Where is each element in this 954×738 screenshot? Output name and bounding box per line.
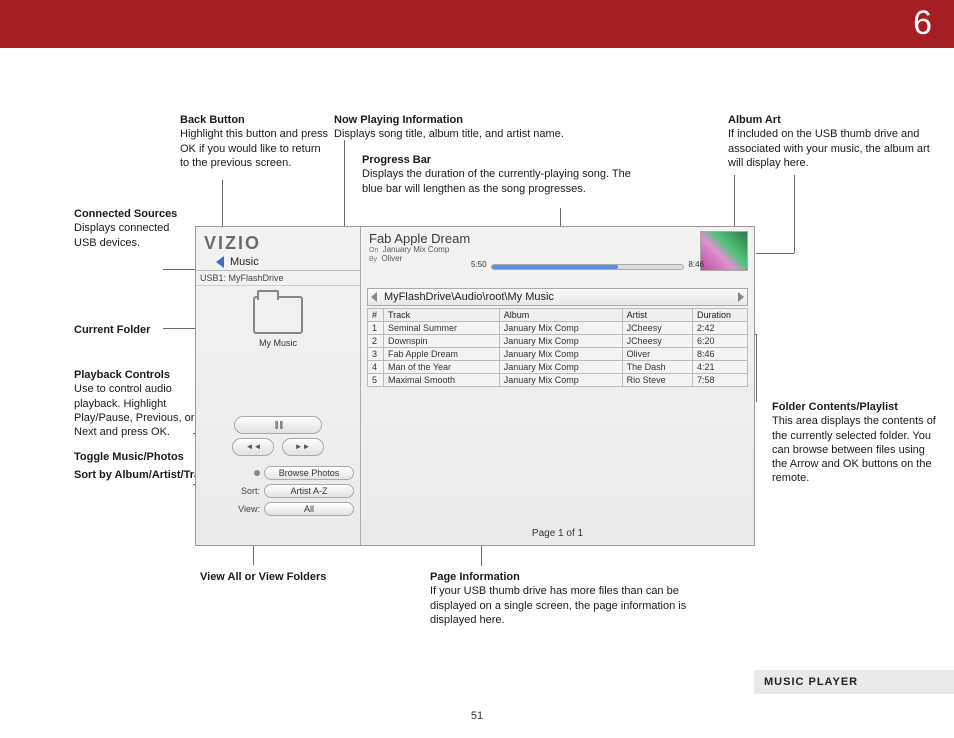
np-song-title: Fab Apple Dream xyxy=(369,231,746,246)
col-track: Track xyxy=(384,308,500,321)
cell-artist: JCheesy xyxy=(622,321,692,334)
table-row[interactable]: 3Fab Apple DreamJanuary Mix CompOliver8:… xyxy=(368,347,748,360)
table-row[interactable]: 4Man of the YearJanuary Mix CompThe Dash… xyxy=(368,360,748,373)
cell-n: 4 xyxy=(368,360,384,373)
cell-track: Man of the Year xyxy=(384,360,500,373)
folder-label: My Music xyxy=(196,338,360,348)
browse-photos-button[interactable]: Browse Photos xyxy=(196,464,360,482)
ann-progress: Progress BarDisplays the duration of the… xyxy=(362,153,642,196)
sort-select[interactable]: Sort: Artist A-Z xyxy=(196,482,360,500)
sort-value: Artist A-Z xyxy=(264,484,354,498)
browse-photos-label: Browse Photos xyxy=(264,466,354,480)
play-pause-button[interactable]: ❚❚ xyxy=(234,416,322,434)
table-header: # Track Album Artist Duration xyxy=(368,308,748,321)
back-button[interactable]: Music xyxy=(196,254,360,271)
callout-line xyxy=(794,175,795,253)
chevron-left-icon xyxy=(371,292,377,302)
cell-dur: 4:21 xyxy=(693,360,748,373)
progress-bar[interactable] xyxy=(491,264,684,270)
table-row[interactable]: 2DownspinJanuary Mix CompJCheesy6:20 xyxy=(368,334,748,347)
connected-source[interactable]: USB1: MyFlashDrive xyxy=(196,271,360,286)
cell-dur: 7:58 xyxy=(693,373,748,386)
music-player-screen: VIZIO Music USB1: MyFlashDrive My Music … xyxy=(195,226,755,546)
back-label: Music xyxy=(230,256,259,268)
ann-playback: Playback ControlsUse to control audio pl… xyxy=(74,368,214,439)
bullet-icon xyxy=(254,470,260,476)
cell-dur: 2:42 xyxy=(693,321,748,334)
col-album: Album xyxy=(499,308,622,321)
cell-track: Downspin xyxy=(384,334,500,347)
view-value: All xyxy=(264,502,354,516)
cell-track: Seminal Summer xyxy=(384,321,500,334)
brand-logo: VIZIO xyxy=(196,227,360,254)
page-info: Page 1 of 1 xyxy=(532,528,583,539)
ann-view: View All or View Folders xyxy=(200,570,330,584)
view-prefix: View: xyxy=(238,504,260,514)
main-area: Fab Apple Dream On January Mix Comp By O… xyxy=(361,227,754,545)
np-album-row: On January Mix Comp xyxy=(369,246,746,255)
cell-track: Maximal Smooth xyxy=(384,373,500,386)
chevron-right-icon xyxy=(738,292,744,302)
album-art xyxy=(700,231,748,271)
cell-artist: Oliver xyxy=(622,347,692,360)
cell-n: 2 xyxy=(368,334,384,347)
ann-currentfolder: Current Folder xyxy=(74,323,184,337)
np-on-prefix: On xyxy=(369,247,378,254)
chapter-bar: 6 xyxy=(0,0,954,48)
next-button[interactable]: ►► xyxy=(282,438,324,456)
back-arrow-icon xyxy=(216,256,224,268)
cell-album: January Mix Comp xyxy=(499,360,622,373)
ann-back: Back ButtonHighlight this button and pre… xyxy=(180,113,330,170)
cell-n: 5 xyxy=(368,373,384,386)
breadcrumb[interactable]: MyFlashDrive\Audio\root\My Music xyxy=(367,288,748,306)
progress-fill xyxy=(492,265,618,269)
cell-n: 3 xyxy=(368,347,384,360)
ann-nowplaying: Now Playing InformationDisplays song tit… xyxy=(334,113,654,142)
col-num: # xyxy=(368,308,384,321)
cell-album: January Mix Comp xyxy=(499,334,622,347)
cell-artist: The Dash xyxy=(622,360,692,373)
ann-foldercontents: Folder Contents/PlaylistThis area displa… xyxy=(772,400,942,486)
view-select[interactable]: View: All xyxy=(196,500,360,518)
np-by-prefix: By xyxy=(369,256,377,263)
callout-line xyxy=(756,253,794,254)
cell-artist: Rio Steve xyxy=(622,373,692,386)
sidebar: VIZIO Music USB1: MyFlashDrive My Music … xyxy=(196,227,361,545)
table-row[interactable]: 5Maximal SmoothJanuary Mix CompRio Steve… xyxy=(368,373,748,386)
cell-artist: JCheesy xyxy=(622,334,692,347)
ann-connected: Connected SourcesDisplays connected USB … xyxy=(74,207,184,250)
cell-n: 1 xyxy=(368,321,384,334)
table-row[interactable]: 1Seminal SummerJanuary Mix CompJCheesy2:… xyxy=(368,321,748,334)
breadcrumb-path: MyFlashDrive\Audio\root\My Music xyxy=(384,291,554,303)
col-duration: Duration xyxy=(693,308,748,321)
total-time: 8:46 xyxy=(688,260,704,269)
callout-line xyxy=(344,140,345,231)
section-label: MUSIC PLAYER xyxy=(754,670,954,694)
chapter-number: 6 xyxy=(913,4,932,43)
ann-albumart: Album ArtIf included on the USB thumb dr… xyxy=(728,113,938,170)
cell-album: January Mix Comp xyxy=(499,321,622,334)
elapsed-time: 5:50 xyxy=(471,260,487,269)
cell-track: Fab Apple Dream xyxy=(384,347,500,360)
np-artist: Oliver xyxy=(381,254,402,263)
cell-dur: 6:20 xyxy=(693,334,748,347)
sort-prefix: Sort: xyxy=(241,486,260,496)
page-number: 51 xyxy=(471,710,483,722)
np-album: January Mix Comp xyxy=(383,245,450,254)
cell-album: January Mix Comp xyxy=(499,373,622,386)
previous-button[interactable]: ◄◄ xyxy=(232,438,274,456)
callout-line xyxy=(756,334,757,402)
cell-album: January Mix Comp xyxy=(499,347,622,360)
col-artist: Artist xyxy=(622,308,692,321)
track-table: # Track Album Artist Duration 1Seminal S… xyxy=(367,308,748,387)
ann-pageinfo: Page InformationIf your USB thumb drive … xyxy=(430,570,690,627)
playback-controls: ❚❚ ◄◄ ►► xyxy=(196,414,360,458)
folder-icon xyxy=(253,296,303,334)
current-folder[interactable]: My Music xyxy=(196,286,360,354)
cell-dur: 8:46 xyxy=(693,347,748,360)
